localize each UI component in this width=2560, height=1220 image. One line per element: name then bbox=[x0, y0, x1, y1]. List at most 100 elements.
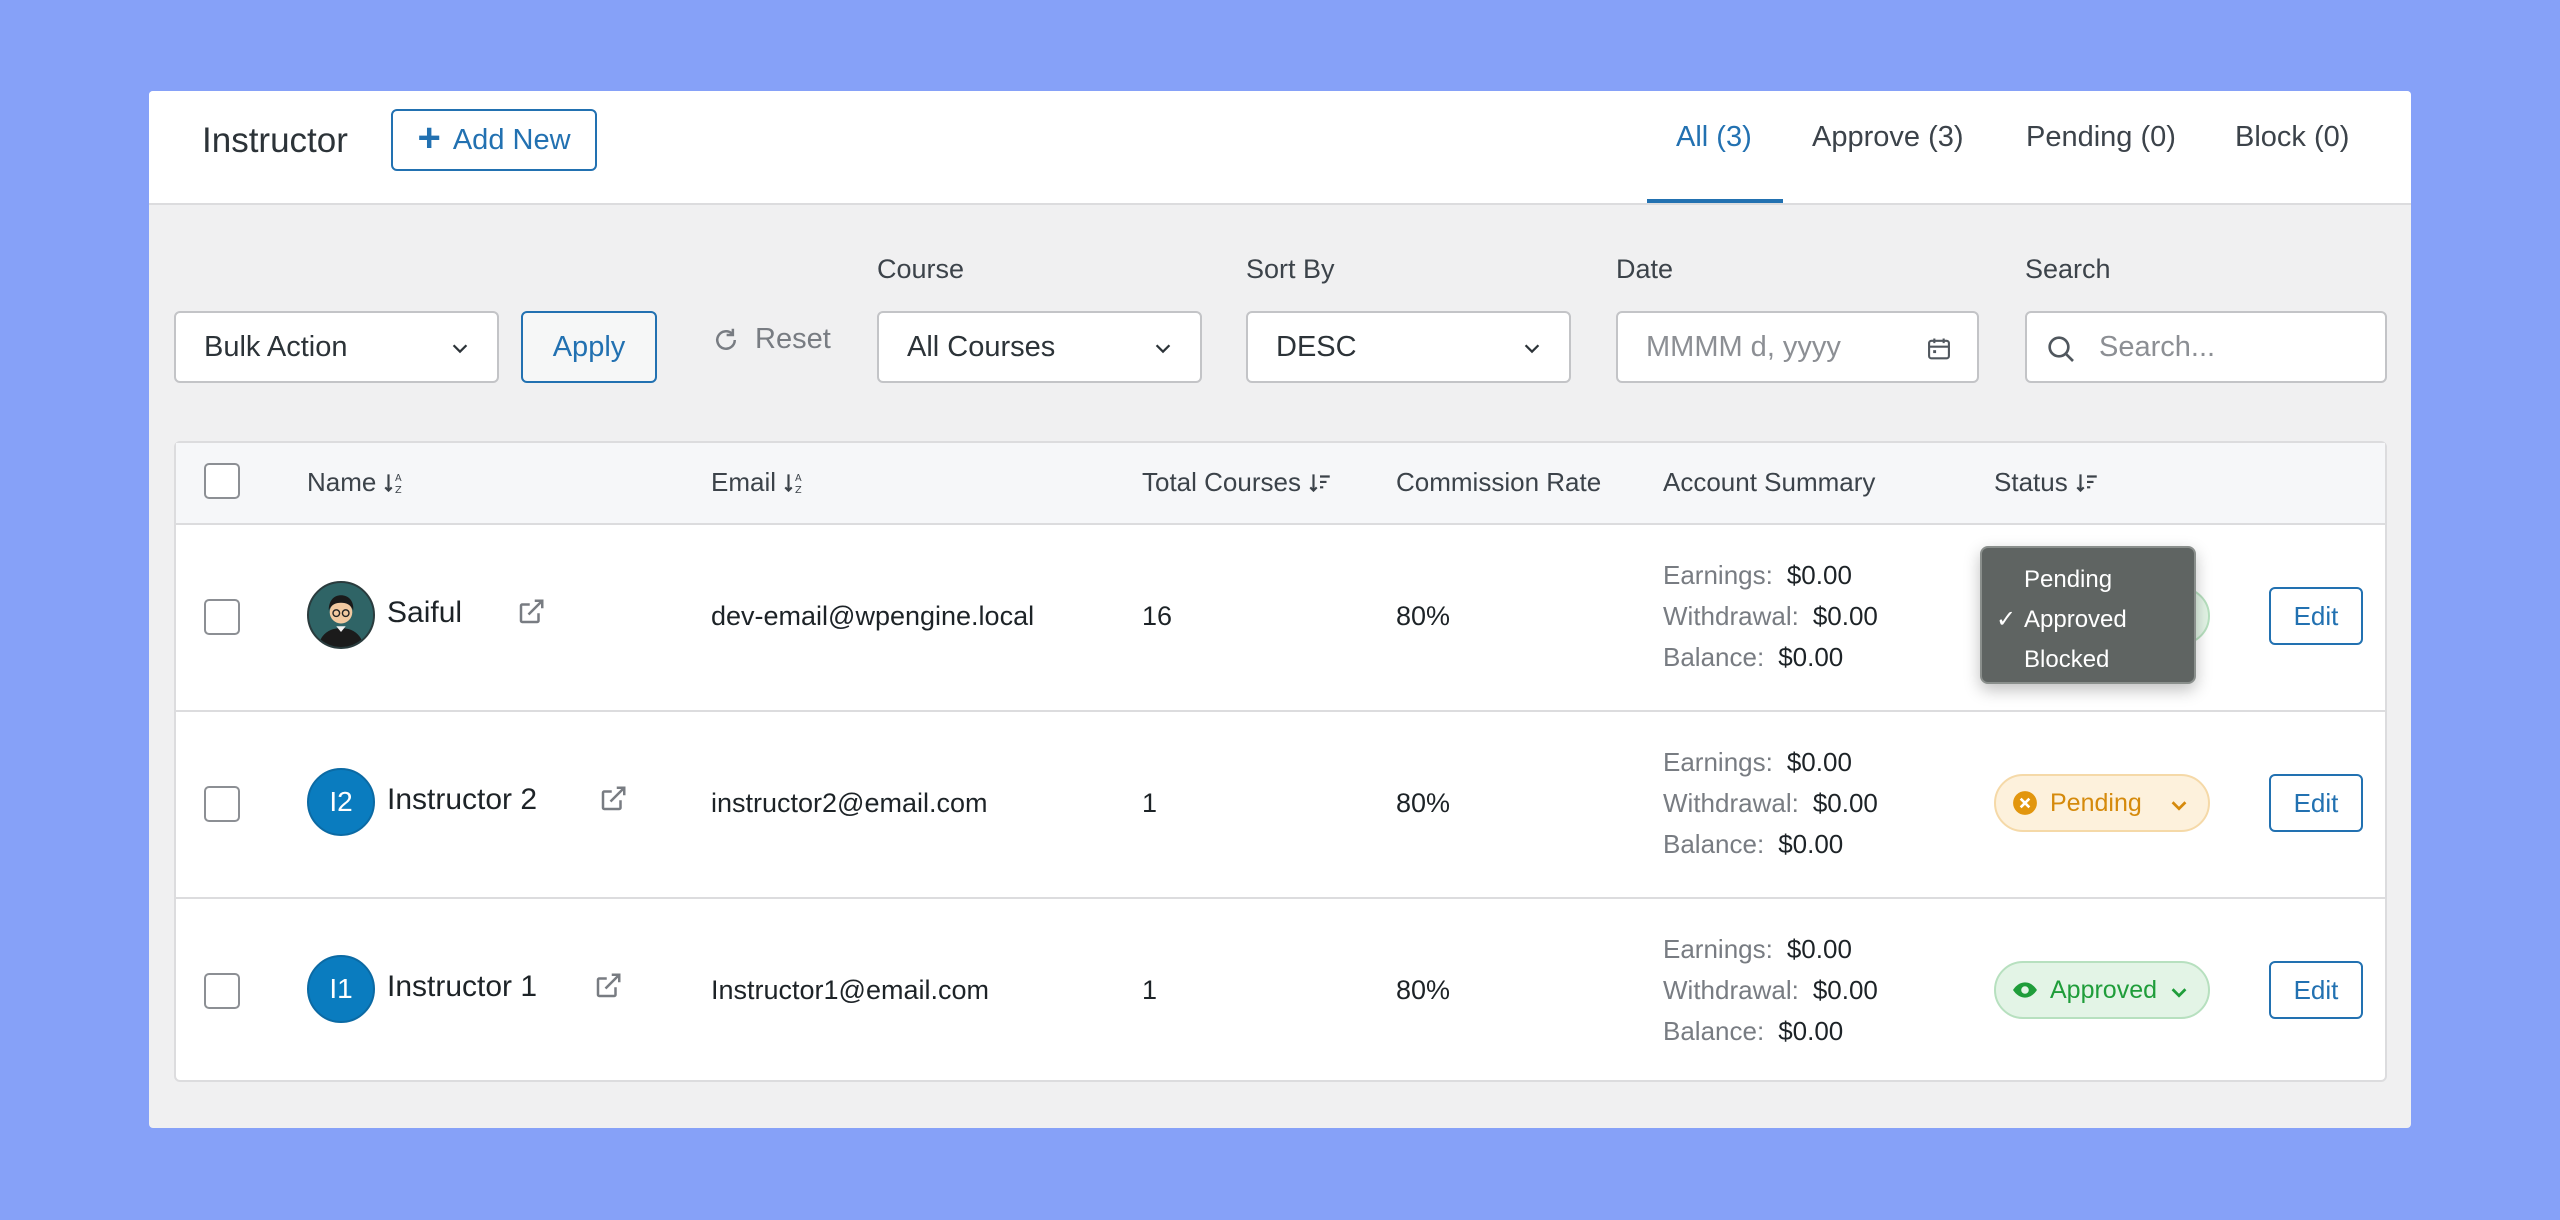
column-name-label: Name bbox=[307, 467, 377, 497]
search-input[interactable]: Search... bbox=[2025, 311, 2387, 383]
status-option-blocked[interactable]: Blocked bbox=[1982, 640, 2194, 680]
tab-pending[interactable]: Pending (0) bbox=[2026, 121, 2176, 154]
status-option-approved[interactable]: ✓ Approved bbox=[1982, 600, 2194, 640]
edit-button[interactable]: Edit bbox=[2269, 774, 2363, 832]
commission-rate: 80% bbox=[1396, 788, 1451, 818]
balance-label: Balance: bbox=[1663, 1016, 1765, 1046]
reset-button[interactable]: Reset bbox=[711, 323, 831, 356]
chevron-down-icon bbox=[1155, 344, 1171, 354]
tab-block[interactable]: Block (0) bbox=[2235, 121, 2349, 154]
reset-label: Reset bbox=[755, 323, 831, 355]
commission-rate: 80% bbox=[1396, 975, 1451, 1005]
status-label: Pending bbox=[2050, 788, 2142, 817]
total-courses: 1 bbox=[1142, 975, 1158, 1005]
option-label: Pending bbox=[2024, 566, 2113, 593]
select-all-checkbox[interactable] bbox=[204, 463, 240, 499]
date-input[interactable]: MMMM d, yyyy bbox=[1616, 311, 1979, 383]
sort-by-select[interactable]: DESC bbox=[1246, 311, 1571, 383]
withdrawal-label: Withdrawal: bbox=[1663, 788, 1799, 818]
withdrawal-label: Withdrawal: bbox=[1663, 601, 1799, 631]
earnings-value: $0.00 bbox=[1786, 934, 1852, 964]
earnings-label: Earnings: bbox=[1663, 934, 1773, 964]
avatar: I1 bbox=[307, 955, 375, 1023]
user-photo-icon bbox=[309, 583, 373, 647]
avatar bbox=[307, 581, 375, 649]
checkmark-icon: ✓ bbox=[1996, 606, 2017, 633]
search-icon bbox=[2048, 336, 2074, 362]
table-row: I1 Instructor 1 Instructor1@email.com 1 … bbox=[176, 897, 2385, 1084]
page-title: Instructor bbox=[202, 121, 348, 160]
column-name[interactable]: Name A Z bbox=[307, 467, 408, 498]
bulk-action-select[interactable]: Bulk Action bbox=[174, 311, 499, 383]
earnings-label: Earnings: bbox=[1663, 560, 1773, 590]
withdrawal-value: $0.00 bbox=[1812, 788, 1878, 818]
avatar: I2 bbox=[307, 768, 375, 836]
instructor-email: Instructor1@email.com bbox=[711, 975, 989, 1005]
external-link-icon[interactable] bbox=[516, 597, 546, 627]
column-total-courses[interactable]: Total Courses bbox=[1142, 467, 1333, 498]
sort-by-value: DESC bbox=[1276, 330, 1357, 363]
active-tab-indicator bbox=[1647, 199, 1783, 203]
course-label: Course bbox=[877, 254, 965, 284]
chevron-down-icon bbox=[452, 344, 468, 354]
add-new-button[interactable]: + Add New bbox=[391, 109, 597, 171]
chevron-down-icon bbox=[1524, 344, 1540, 354]
instructor-name[interactable]: Instructor 1 bbox=[387, 970, 537, 1004]
tab-all[interactable]: All (3) bbox=[1676, 121, 1752, 154]
withdrawal-label: Withdrawal: bbox=[1663, 975, 1799, 1005]
eye-icon bbox=[2013, 982, 2037, 998]
instructor-name[interactable]: Saiful bbox=[387, 596, 462, 630]
balance-value: $0.00 bbox=[1778, 1016, 1844, 1046]
account-summary: Earnings: $0.00 Withdrawal: $0.00 Balance:… bbox=[1663, 742, 1878, 865]
balance-label: Balance: bbox=[1663, 829, 1765, 859]
svg-text:A: A bbox=[795, 472, 802, 483]
total-courses: 16 bbox=[1142, 601, 1173, 631]
column-commission-rate: Commission Rate bbox=[1396, 467, 1602, 497]
balance-label: Balance: bbox=[1663, 642, 1765, 672]
earnings-label: Earnings: bbox=[1663, 747, 1773, 777]
date-label: Date bbox=[1616, 254, 1674, 284]
earnings-value: $0.00 bbox=[1786, 747, 1852, 777]
chevron-down-icon bbox=[2171, 988, 2187, 998]
course-select[interactable]: All Courses bbox=[877, 311, 1202, 383]
instructor-name[interactable]: Instructor 2 bbox=[387, 783, 537, 817]
row-checkbox[interactable] bbox=[204, 786, 240, 822]
apply-button[interactable]: Apply bbox=[521, 311, 657, 383]
commission-rate: 80% bbox=[1396, 601, 1451, 631]
column-email[interactable]: Email A Z bbox=[711, 467, 808, 498]
edit-button[interactable]: Edit bbox=[2269, 587, 2363, 645]
earnings-value: $0.00 bbox=[1786, 560, 1852, 590]
sort-desc-icon bbox=[2076, 473, 2097, 492]
tab-approve[interactable]: Approve (3) bbox=[1812, 121, 1964, 154]
sort-alpha-icon: A Z bbox=[784, 472, 802, 495]
column-account-summary: Account Summary bbox=[1663, 467, 1876, 497]
top-bar: Instructor + Add New All (3) Approve (3)… bbox=[149, 91, 2411, 205]
svg-text:Z: Z bbox=[395, 484, 402, 495]
svg-text:A: A bbox=[395, 472, 402, 483]
chevron-down-icon bbox=[2171, 801, 2187, 811]
option-label: Blocked bbox=[2024, 646, 2110, 673]
status-select[interactable]: Pending bbox=[1994, 774, 2210, 832]
status-select[interactable]: Approved bbox=[1994, 961, 2210, 1019]
instructor-email: instructor2@email.com bbox=[711, 788, 988, 818]
column-status[interactable]: Status bbox=[1994, 467, 2100, 498]
search-label: Search bbox=[2025, 254, 2111, 284]
table-header: Name A Z Email A Z Total Courses Commiss… bbox=[176, 443, 2385, 525]
calendar-icon[interactable] bbox=[1925, 335, 1953, 363]
account-summary: Earnings: $0.00 Withdrawal: $0.00 Balance:… bbox=[1663, 555, 1878, 678]
row-checkbox[interactable] bbox=[204, 973, 240, 1009]
refresh-icon bbox=[716, 328, 736, 350]
external-link-icon[interactable] bbox=[593, 971, 623, 1001]
external-link-icon[interactable] bbox=[598, 784, 628, 814]
sort-alpha-icon: A Z bbox=[384, 472, 402, 495]
sort-by-label: Sort By bbox=[1246, 254, 1335, 284]
course-value: All Courses bbox=[907, 330, 1056, 363]
status-option-pending[interactable]: Pending bbox=[1982, 560, 2194, 600]
edit-button[interactable]: Edit bbox=[2269, 961, 2363, 1019]
balance-value: $0.00 bbox=[1778, 829, 1844, 859]
table-row: I2 Instructor 2 instructor2@email.com 1 … bbox=[176, 710, 2385, 899]
row-checkbox[interactable] bbox=[204, 599, 240, 635]
plus-icon: + bbox=[417, 116, 441, 160]
total-courses: 1 bbox=[1142, 788, 1158, 818]
balance-value: $0.00 bbox=[1778, 642, 1844, 672]
